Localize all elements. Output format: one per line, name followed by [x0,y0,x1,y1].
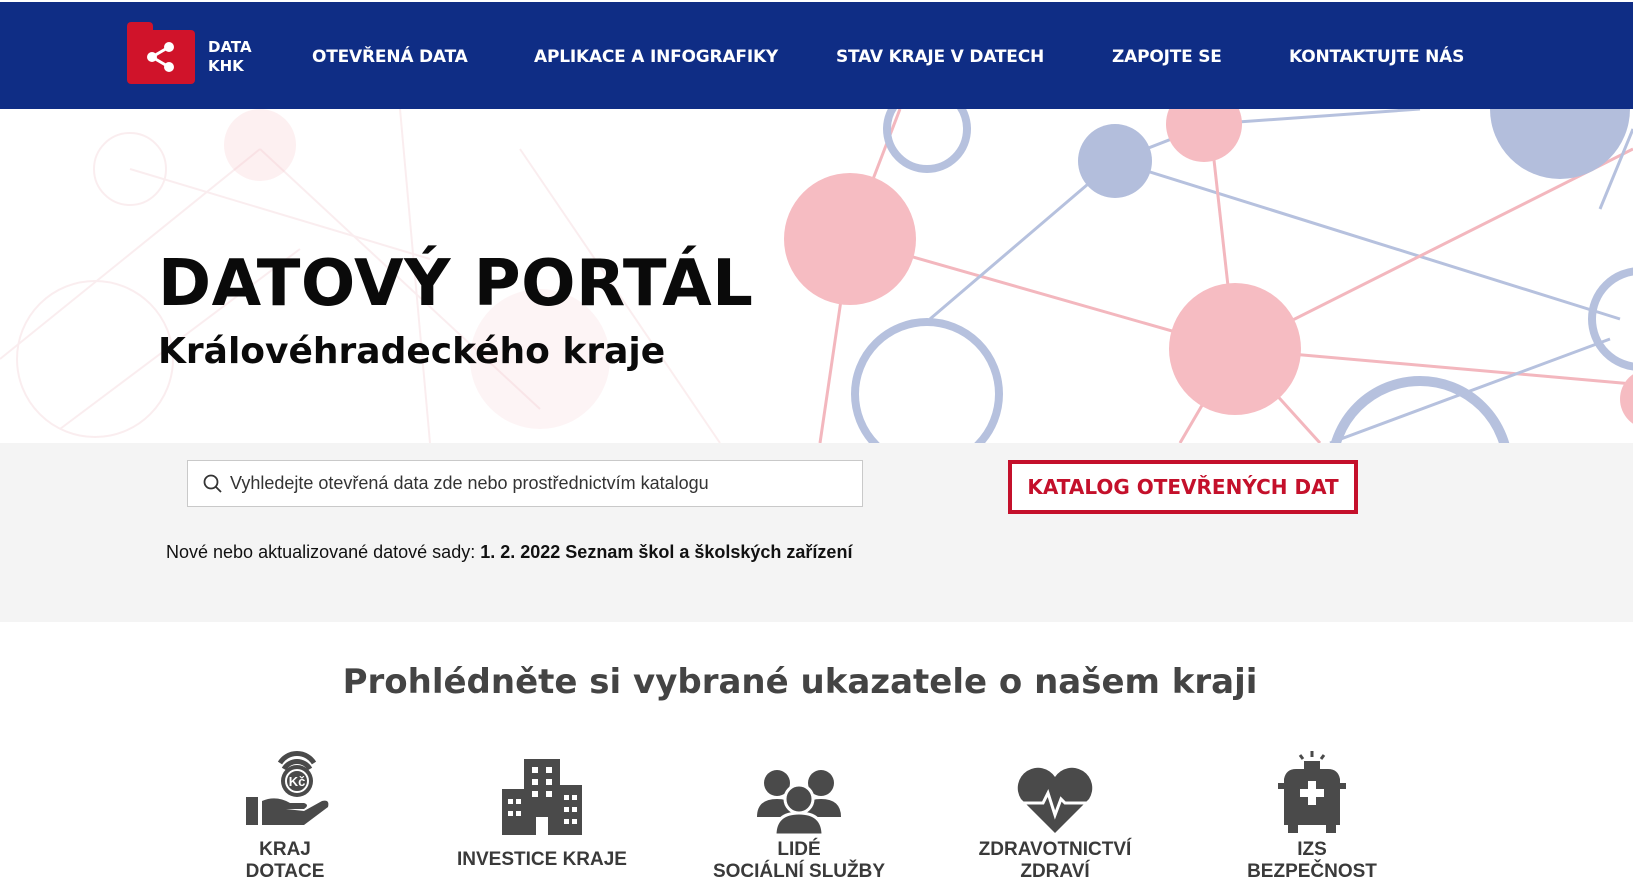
tile-label-2: ZDRAVÍ [1020,861,1090,882]
share-folder-icon [127,22,195,84]
tile-izs-bezpecnost[interactable]: IZS BEZPEČNOST [1212,740,1412,883]
news-label: Nové nebo aktualizované datové sady: [166,542,476,562]
logo-line-1: DATA [208,38,252,56]
people-icon [699,740,899,835]
tile-investice-kraje[interactable]: INVESTICE KRAJE [442,740,642,871]
nav-apps-infographics[interactable]: APLIKACE A INFOGRAFIKY [534,47,778,67]
search-icon [202,473,224,495]
ambulance-icon [1212,740,1412,835]
tile-label-2: DOTACE [245,861,325,882]
tile-label-1: KRAJ [259,839,311,860]
tile-label-2: SOCIÁLNÍ SLUŽBY [712,861,886,882]
top-navigation-bar: DATA KHK OTEVŘENÁ DATA APLIKACE A INFOGR… [0,0,1633,109]
open-data-catalog-button[interactable]: KATALOG OTEVŘENÝCH DAT [1008,460,1358,514]
nav-contact[interactable]: KONTAKTUJTE NÁS [1289,47,1464,67]
tile-label-1: ZDRAVOTNICTVÍ [978,839,1132,860]
indicators-title: Prohlédněte si vybrané ukazatele o našem… [342,662,1258,702]
heart-pulse-icon [955,740,1155,835]
search-box[interactable] [187,460,863,507]
page-title: DATOVÝ PORTÁL [158,247,754,321]
tile-label-1: IZS [1297,839,1327,860]
logo-line-2: KHK [208,57,244,75]
svg-text:Kč: Kč [289,774,306,789]
tile-zdravotnictvi-zdravi[interactable]: ZDRAVOTNICTVÍ ZDRAVÍ [955,740,1155,883]
site-logo[interactable]: DATA KHK [127,22,252,84]
news-line: Nové nebo aktualizované datové sady: 1. … [166,542,852,563]
building-icon [442,740,642,835]
hand-coin-icon: Kč [185,740,385,835]
page-subtitle: Královéhradeckého kraje [158,331,666,372]
nav-open-data[interactable]: OTEVŘENÁ DATA [312,47,468,67]
tile-label-1: LIDÉ [777,839,821,860]
tile-lide-socialni-sluzby[interactable]: LIDÉ SOCIÁLNÍ SLUŽBY [699,740,899,883]
tile-label-2: BEZPEČNOST [1247,861,1377,882]
nav-get-involved[interactable]: ZAPOJTE SE [1112,47,1222,67]
tile-kraj-dotace[interactable]: Kč KRAJ DOTACE [185,740,385,883]
search-input[interactable] [230,473,850,494]
tile-label-1: INVESTICE KRAJE [457,849,627,870]
news-link[interactable]: 1. 2. 2022 Seznam škol a školských zaříz… [480,542,852,562]
nav-region-state[interactable]: STAV KRAJE V DATECH [836,47,1044,67]
hero-banner: DATOVÝ PORTÁL Královéhradeckého kraje [0,109,1633,443]
search-section: KATALOG OTEVŘENÝCH DAT Nové nebo aktuali… [0,443,1633,622]
logo-text: DATA KHK [208,38,252,76]
